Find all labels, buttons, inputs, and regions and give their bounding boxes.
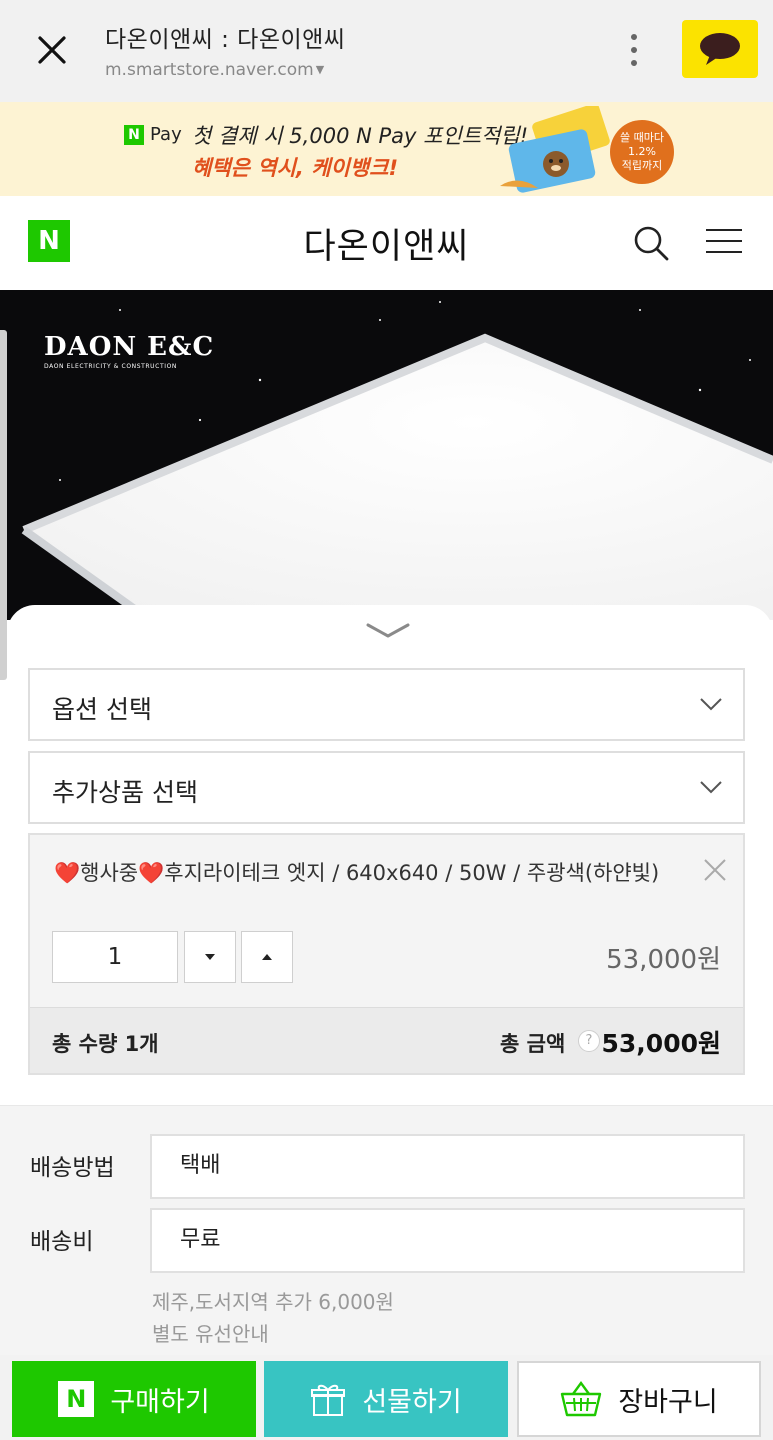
cart-button-label: 장바구니	[618, 1386, 718, 1418]
buy-button[interactable]: N 구매하기	[12, 1361, 256, 1437]
buy-button-label: 구매하기	[110, 1386, 210, 1418]
option-select-label: 옵션 선택	[52, 695, 152, 724]
quantity-decrease-button[interactable]	[184, 931, 236, 983]
close-icon[interactable]	[702, 857, 728, 883]
credit-cards-illustration	[500, 106, 610, 193]
total-quantity-label: 총 수량	[52, 1032, 118, 1056]
brand-logo: DAON E&C DAON ELECTRICITY & CONSTRUCTION	[44, 332, 214, 370]
total-amount: 53,000원	[601, 1029, 721, 1058]
option-name-part: 행사중	[80, 861, 139, 885]
shipping-note: 제주,도서지역 추가 6,000원	[152, 1290, 394, 1314]
heart-emoji: ❤️	[54, 861, 81, 885]
chevron-down-icon	[700, 781, 722, 794]
promo-banner[interactable]: N Pay 첫 결제 시 5,000 N Pay 포인트적립! 혜택은 역시, …	[0, 102, 773, 196]
search-icon[interactable]	[632, 224, 670, 262]
npay-logo: N Pay	[124, 124, 182, 145]
action-bar: N 구매하기 선물하기 장바구니	[0, 1355, 773, 1440]
option-select[interactable]: 옵션 선택	[28, 668, 745, 741]
shopping-basket-icon	[561, 1380, 602, 1417]
naver-n-icon: N	[58, 1381, 95, 1417]
browser-bar: 다온이앤씨 : 다온이앤씨 m.smartstore.naver.com ▼	[0, 0, 773, 102]
npay-label: Pay	[150, 124, 182, 145]
promo-headline: 첫 결제 시 5,000 N Pay 포인트적립!	[192, 124, 529, 148]
item-price: 53,000원	[606, 945, 721, 975]
shipping-section: 배송방법 택배 배송비 무료 제주,도서지역 추가 6,000원 별도 유선안내	[0, 1105, 773, 1360]
brand-subtitle: DAON ELECTRICITY & CONSTRUCTION	[44, 363, 178, 370]
triangle-down-icon	[205, 954, 215, 960]
brand-name: DAON E&C	[44, 332, 215, 362]
store-header: N 다온이앤씨	[0, 196, 773, 290]
shipping-method-label: 배송방법	[30, 1155, 115, 1181]
npay-n-mark: N	[124, 124, 144, 145]
page-title: 다온이앤씨 : 다온이앤씨	[105, 27, 346, 53]
addon-select-label: 추가상품 선택	[52, 778, 198, 807]
promo-subline: 혜택은 역시, 케이뱅크!	[192, 156, 399, 180]
url-bar[interactable]: m.smartstore.naver.com ▼	[105, 60, 324, 80]
total-amount-label: 총 금액	[500, 1032, 566, 1056]
help-icon[interactable]: ?	[578, 1030, 600, 1052]
shipping-method-field: 택배	[150, 1134, 745, 1199]
close-icon[interactable]	[28, 26, 76, 74]
gift-icon	[311, 1384, 346, 1416]
shipping-fee-label: 배송비	[30, 1229, 94, 1255]
hamburger-menu-icon[interactable]	[706, 226, 742, 256]
gift-button-label: 선물하기	[362, 1386, 462, 1418]
addon-select[interactable]: 추가상품 선택	[28, 751, 745, 824]
badge-line: 적립까지	[621, 158, 663, 172]
quantity-increase-button[interactable]	[241, 931, 293, 983]
option-name-part: 후지라이테크 엣지 / 640x640 / 50W / 주광색(하얀빛)	[164, 861, 660, 885]
total-quantity: 총 수량 1개	[52, 1028, 159, 1058]
quantity-input[interactable]: 1	[52, 931, 178, 983]
badge-line: 1.2%	[628, 145, 656, 159]
selected-option-panel: ❤️행사중❤️후지라이테크 엣지 / 640x640 / 50W / 주광색(하…	[28, 833, 745, 1075]
heart-emoji: ❤️	[138, 861, 165, 885]
totals-row: 총 수량 1개 총 금액 ? 53,000원	[30, 1007, 743, 1073]
url-text: m.smartstore.naver.com	[105, 60, 314, 80]
shipping-fee-field: 무료	[150, 1208, 745, 1273]
chevron-down-icon	[700, 698, 722, 711]
more-vertical-icon[interactable]	[620, 28, 648, 72]
promo-badge: 쓸 때마다 1.2% 적립까지	[610, 120, 674, 184]
product-image: DAON E&C DAON ELECTRICITY & CONSTRUCTION	[0, 290, 773, 620]
chat-bubble-icon	[700, 33, 740, 65]
side-handle	[0, 330, 7, 680]
selected-option-name: ❤️행사중❤️후지라이테크 엣지 / 640x640 / 50W / 주광색(하…	[54, 857, 694, 889]
caret-down-icon: ▼	[315, 63, 325, 76]
cart-button[interactable]: 장바구니	[517, 1361, 761, 1437]
total-quantity-value: 1개	[124, 1032, 159, 1056]
kakaotalk-share-button[interactable]	[682, 20, 758, 78]
triangle-up-icon	[262, 954, 272, 960]
badge-line: 쓸 때마다	[620, 131, 664, 145]
shipping-note: 별도 유선안내	[152, 1322, 269, 1346]
chevron-down-icon[interactable]	[365, 620, 411, 642]
gift-button[interactable]: 선물하기	[264, 1361, 508, 1437]
